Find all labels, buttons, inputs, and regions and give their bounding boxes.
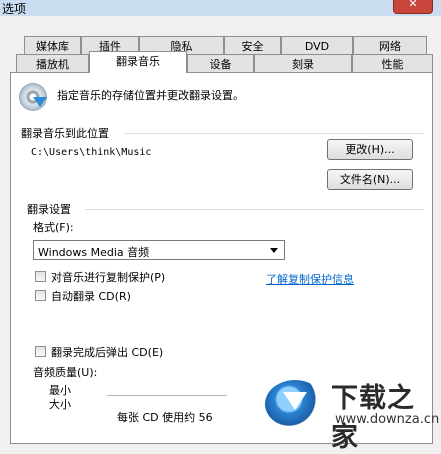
header-text: 指定音乐的存储位置并更改翻录设置。 — [57, 89, 244, 102]
group-divider — [124, 133, 424, 134]
tab-security[interactable]: 安全 — [224, 36, 281, 55]
usage-text: 每张 CD 使用约 56 — [117, 411, 213, 424]
tab-rip-music[interactable]: 翻录音乐 — [89, 51, 187, 73]
watermark: 下载之家 www.downza.cn — [253, 370, 439, 453]
quality-slider[interactable] — [107, 395, 227, 396]
chevron-down-icon — [270, 248, 278, 253]
copy-protect-label: 对音乐进行复制保护(P) — [51, 271, 166, 284]
format-select-value: Windows Media 音频 — [38, 246, 150, 259]
download-arrow-icon — [283, 392, 307, 410]
rip-location-group-label: 翻录音乐到此位置 — [21, 127, 109, 140]
rip-path: C:\Users\think\Music — [31, 147, 152, 158]
copy-protect-info-link[interactable]: 了解复制保护信息 — [266, 271, 354, 287]
tab-burn[interactable]: 刻录 — [254, 54, 352, 73]
quality-label: 音频质量(U): — [33, 366, 98, 379]
format-select[interactable]: Windows Media 音频 — [33, 240, 285, 260]
copy-protect-checkbox[interactable] — [35, 271, 46, 282]
tab-dvd[interactable]: DVD — [281, 36, 353, 55]
tab-devices[interactable]: 设备 — [187, 54, 254, 73]
tab-performance[interactable]: 性能 — [352, 54, 433, 73]
tab-library[interactable]: 媒体库 — [24, 36, 81, 55]
format-label: 格式(F): — [33, 221, 74, 234]
change-location-button[interactable]: 更改(H)... — [327, 139, 413, 160]
tab-player[interactable]: 播放机 — [16, 54, 89, 73]
tab-network[interactable]: 网络 — [353, 36, 427, 55]
rip-arrow-icon — [33, 97, 47, 107]
auto-rip-checkbox[interactable] — [35, 290, 46, 301]
window-title: 选项 — [2, 2, 27, 16]
title-bar: 选项 ✕ — [0, 0, 441, 16]
filename-button[interactable]: 文件名(N)... — [327, 169, 413, 190]
auto-rip-label: 自动翻录 CD(R) — [51, 290, 131, 303]
watermark-url: www.downza.cn — [335, 412, 440, 427]
eject-checkbox[interactable] — [35, 346, 46, 357]
rip-settings-group-label: 翻录设置 — [27, 203, 71, 216]
quality-size-label: 大小 — [49, 398, 71, 411]
group-divider — [85, 209, 424, 210]
eject-label: 翻录完成后弹出 CD(E) — [51, 346, 164, 359]
close-button[interactable]: ✕ — [393, 0, 433, 14]
